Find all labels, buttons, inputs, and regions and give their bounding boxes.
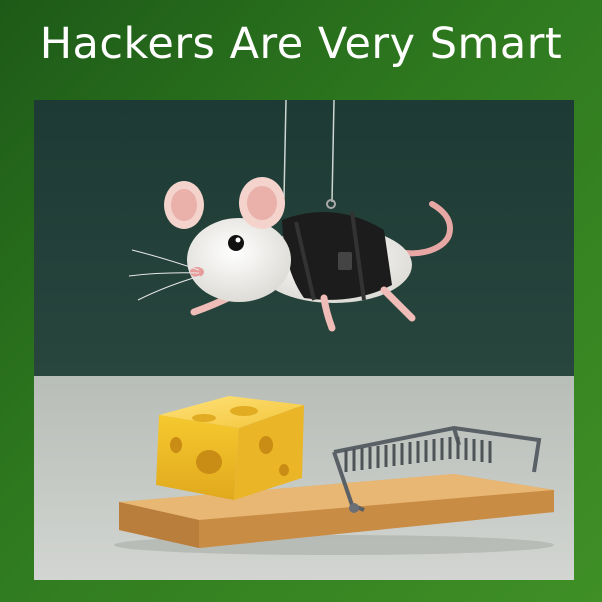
scene-photo	[34, 100, 574, 580]
meme-poster: Hackers Are Very Smart	[0, 0, 602, 602]
page-title: Hackers Are Very Smart	[39, 19, 563, 69]
mouse-eye	[228, 235, 244, 251]
mouse-nose	[190, 267, 204, 277]
cheese-icon	[156, 396, 304, 500]
mouse-head	[187, 218, 291, 302]
